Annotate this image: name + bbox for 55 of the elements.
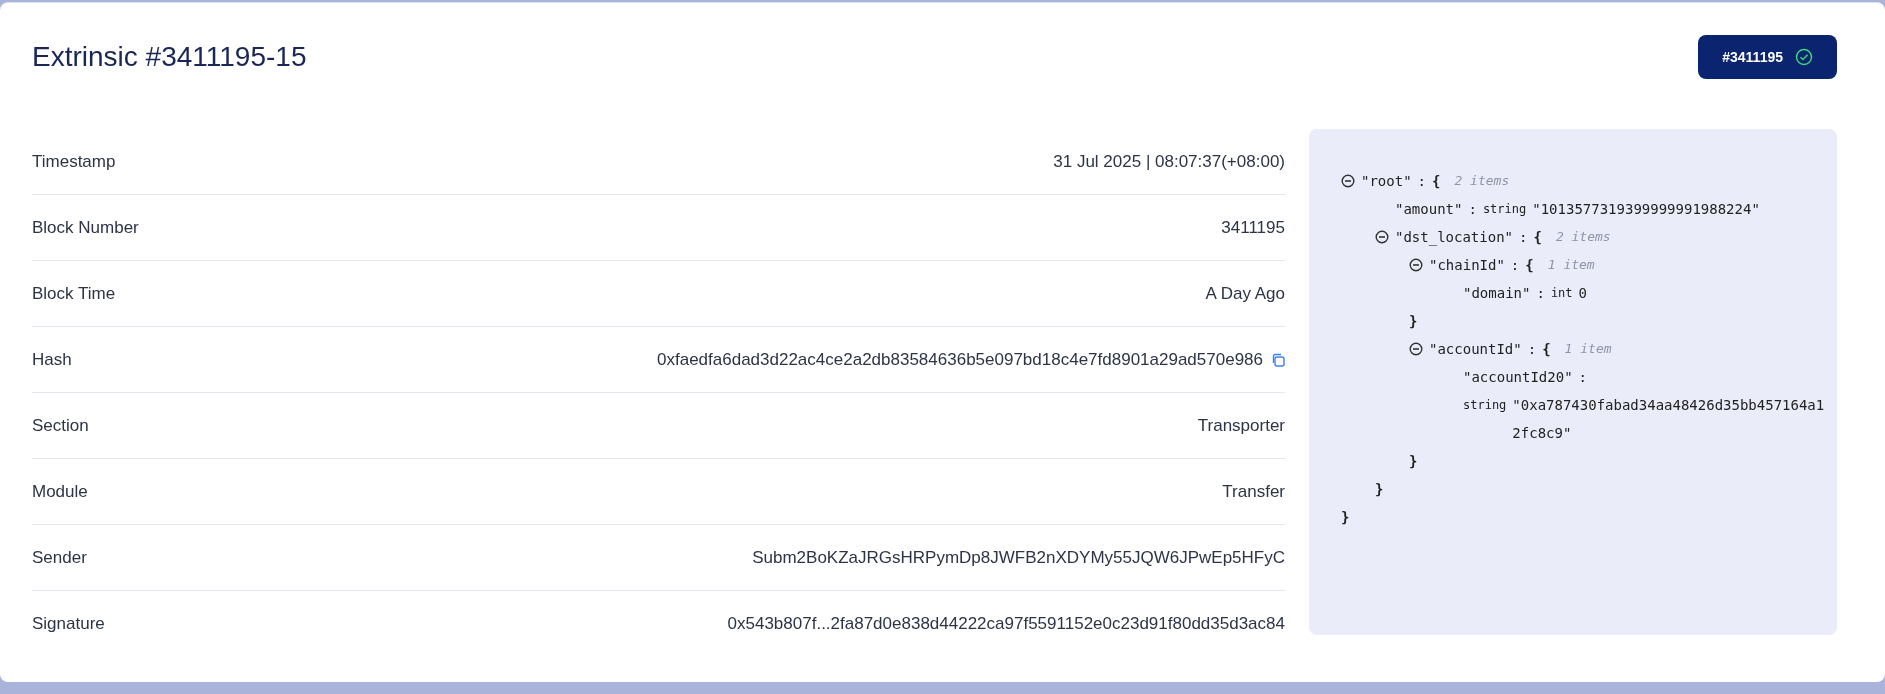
field-value: Subm2BoKZaJRGsHRPymDp8JWFB2nXDYMy55JQW6JPwEp5HFyC [752,546,1285,569]
json-type: string [1463,397,1507,414]
field-label: Timestamp [32,150,116,173]
field-value: 0x543b807f...2fa87d0e838d44222ca97f5591152e0c23d91f80dd35d3ac84 [727,613,1285,636]
collapse-icon[interactable] [1375,230,1389,244]
json-colon: : [1519,227,1528,247]
field-label: Module [32,480,88,503]
field-value: Transporter [1197,414,1285,437]
json-value: "1013577319399999991988224" [1532,200,1760,219]
json-colon: : [1468,200,1477,219]
page-title: Extrinsic #3411195-15 [32,40,307,74]
item-count: 2 items [1555,228,1611,247]
json-brace: { [1432,171,1441,191]
field-value: A Day Ago [1205,282,1285,305]
field-value: 31 Jul 2025 | 08:07:37(+08:00) [1053,150,1285,173]
json-colon: : [1417,171,1426,191]
field-value: 0xfaedfa6dad3d22ac4ce2a2db83584636b5e097bd18c4e7fd8901a29ad570e986 [657,348,1263,371]
json-value: 0 [1578,284,1587,303]
field-label: Hash [32,348,72,371]
json-key: "accountId" [1429,338,1522,360]
field-value: Transfer [1222,480,1285,503]
item-count: 1 item [1564,340,1612,359]
json-type: int [1550,285,1573,302]
json-brace: } [1341,507,1350,527]
json-brace: } [1375,479,1384,499]
field-label: Sender [32,546,87,569]
field-value: 3411195 [1221,216,1285,239]
collapse-icon[interactable] [1409,342,1423,356]
json-colon: : [1578,368,1587,387]
json-value: "0xa787430fabad34aa48426d35bb457164a12fc8c9" [1512,396,1825,443]
collapse-icon[interactable] [1341,174,1355,188]
json-key: "chainId" [1429,254,1505,276]
field-label: Section [32,414,89,437]
json-colon: : [1527,339,1537,359]
json-colon: : [1510,255,1520,275]
json-brace: { [1542,339,1551,359]
item-count: 2 items [1454,172,1510,191]
copy-icon[interactable] [1271,352,1285,367]
json-colon: : [1536,284,1545,303]
field-label: Block Time [32,282,116,305]
json-brace: } [1409,311,1418,331]
json-key: "domain" [1463,279,1531,307]
json-brace: } [1409,451,1418,471]
field-label: Signature [32,613,105,636]
item-count: 1 item [1547,256,1595,275]
json-key: "dst_location" [1395,226,1513,248]
json-brace: { [1533,227,1542,247]
field-label: Block Number [32,216,139,239]
json-key: "amount" [1395,195,1463,223]
block-link[interactable]: #3411195 [1698,35,1837,79]
json-key: "root" [1361,170,1412,192]
collapse-icon[interactable] [1409,258,1423,272]
json-key: "accountId20" [1463,363,1573,391]
json-brace: { [1525,255,1534,275]
json-type: string [1482,201,1527,218]
